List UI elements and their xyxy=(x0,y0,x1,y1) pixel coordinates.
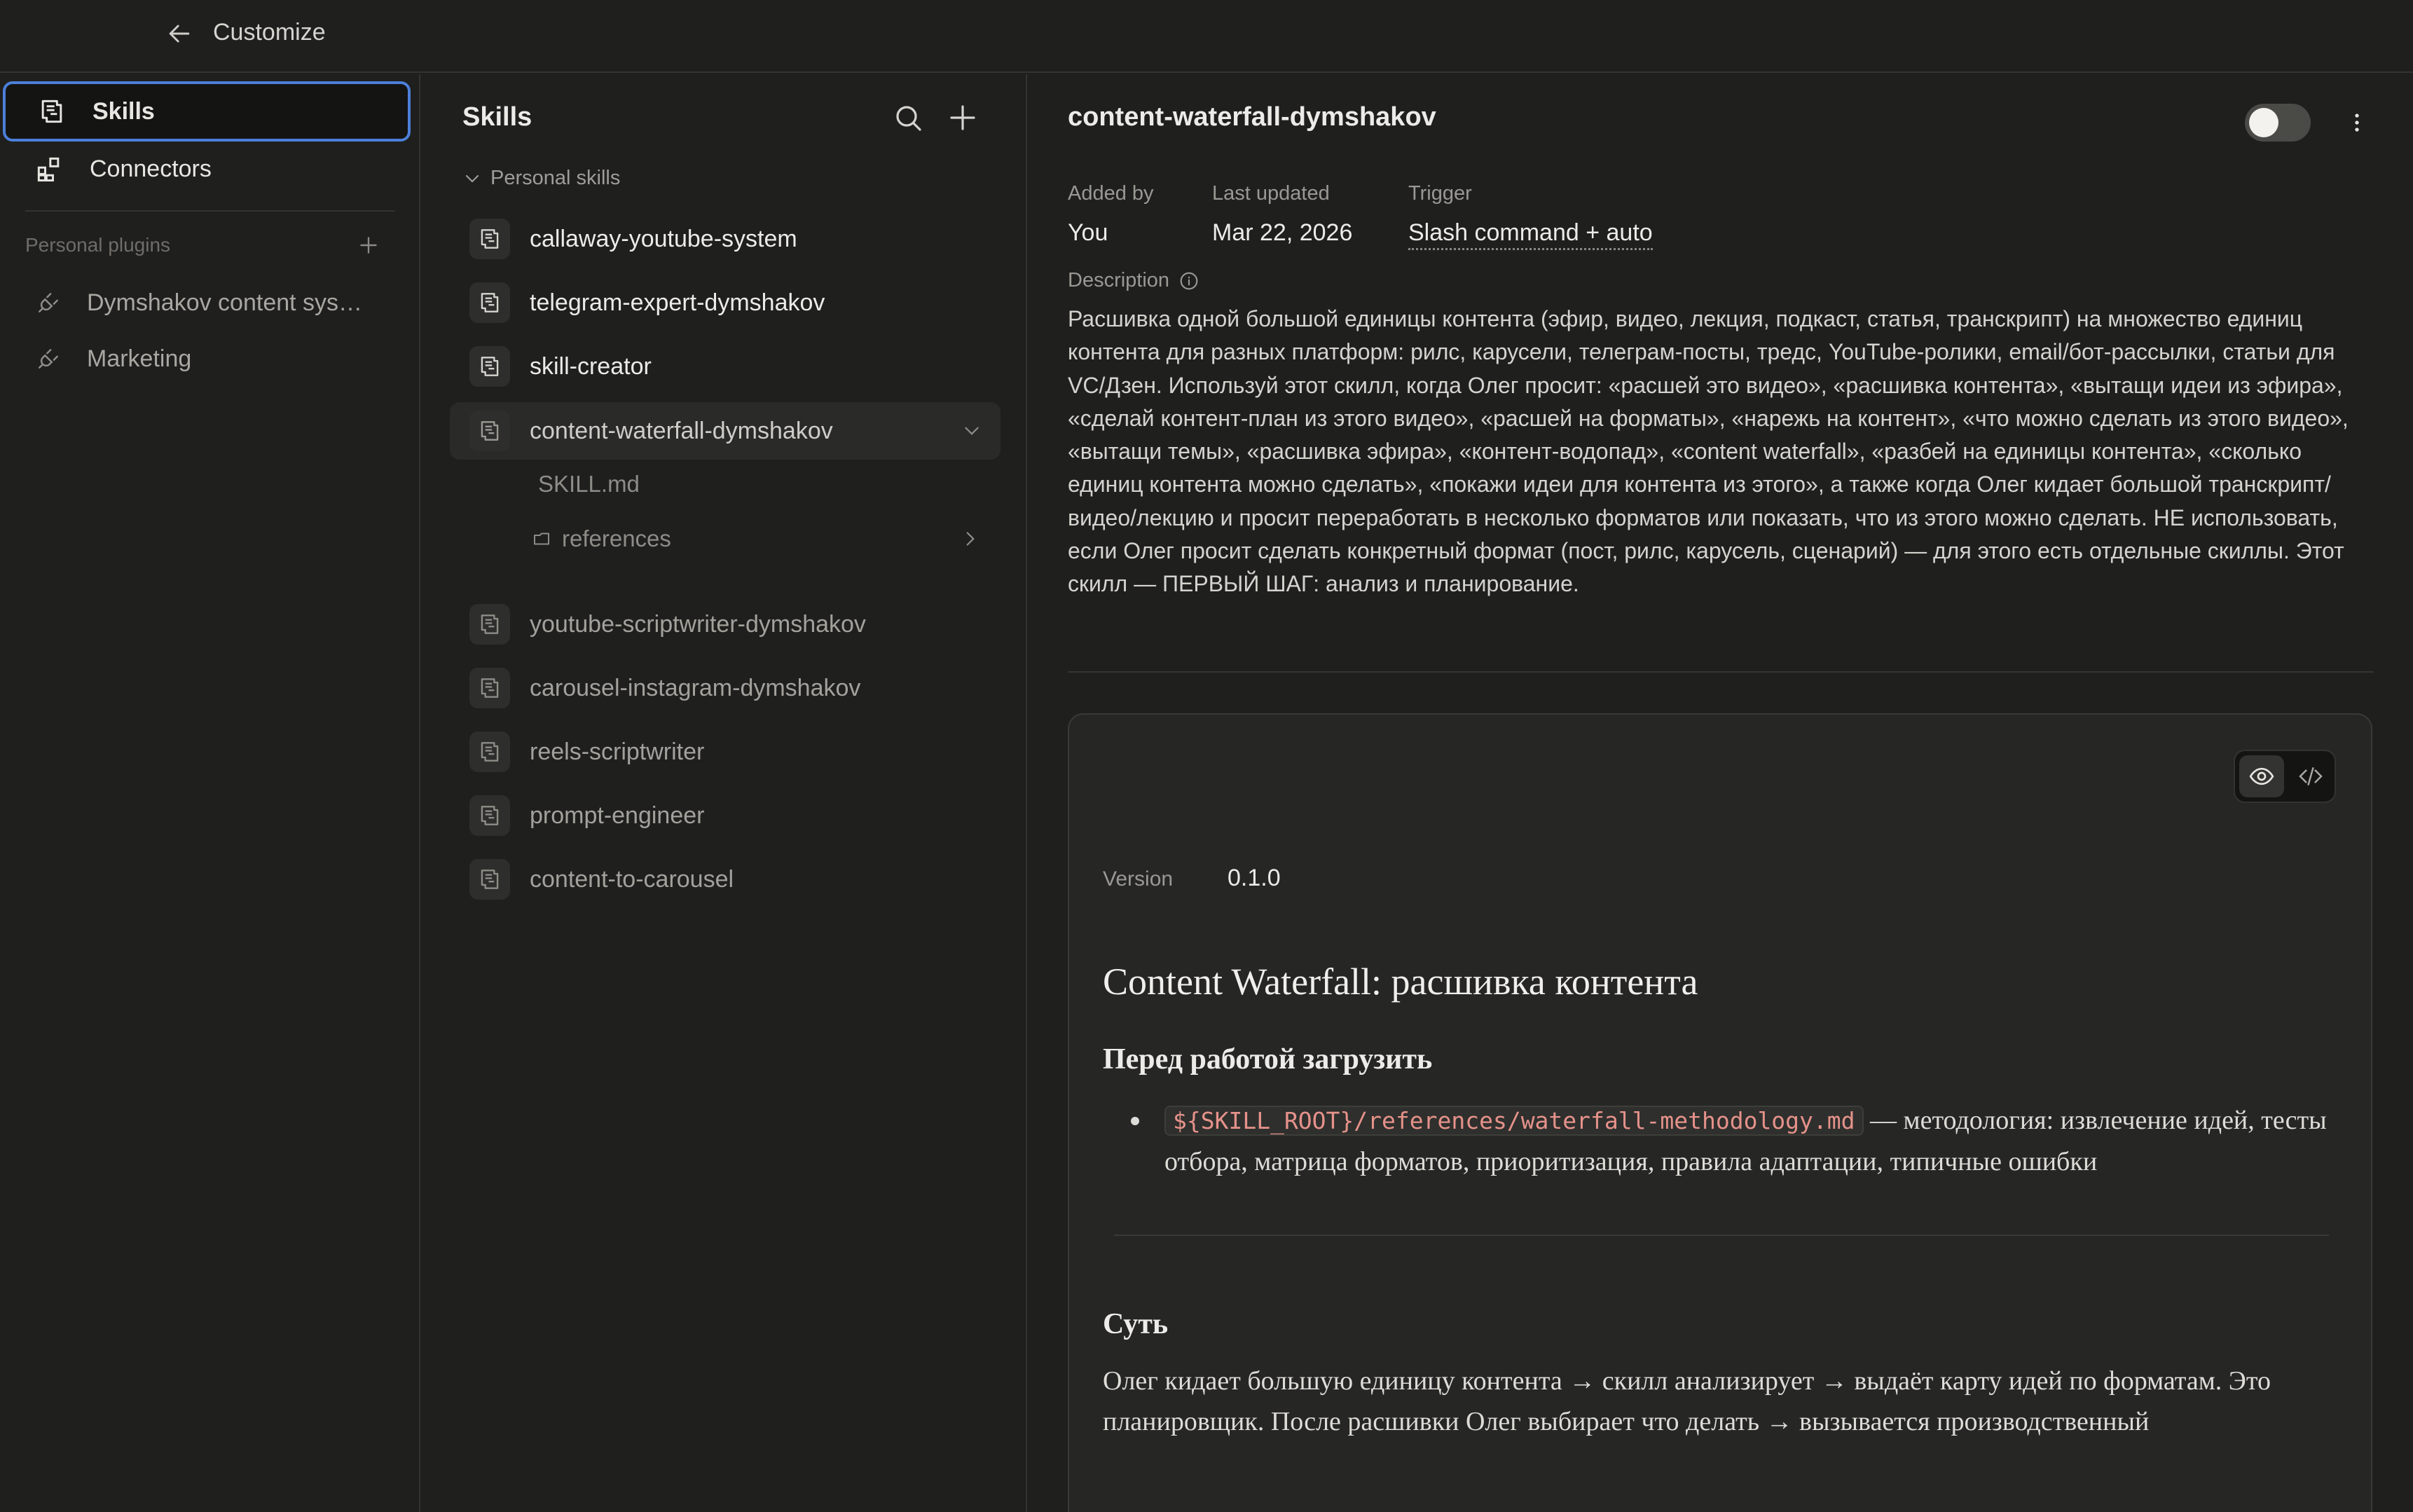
skill-item[interactable]: reels-scriptwriter xyxy=(450,723,1001,781)
divider xyxy=(1068,671,2374,673)
skill-icon xyxy=(469,604,510,645)
doc-heading: Content Waterfall: расшивка контента xyxy=(1103,961,1698,1003)
enable-toggle[interactable] xyxy=(2245,104,2311,142)
meta-trigger: Trigger Slash command + auto xyxy=(1408,182,1653,250)
skill-icon xyxy=(469,282,510,323)
list-item: ${SKILL_ROOT}/references/waterfall-metho… xyxy=(1131,1100,2346,1182)
skill-name: callaway-youtube-system xyxy=(530,225,797,252)
sidebar: Skills Connectors Personal plugins Dymsh… xyxy=(0,74,420,1512)
inline-code-path: ${SKILL_ROOT}/references/waterfall-metho… xyxy=(1164,1106,1864,1136)
folder-references[interactable]: references xyxy=(531,525,671,552)
plug-icon xyxy=(35,289,62,316)
add-plugin-icon[interactable] xyxy=(356,233,381,258)
page-title: Customize xyxy=(213,19,326,46)
meta-last-updated: Last updated Mar 22, 2026 xyxy=(1212,182,1353,246)
skill-icon xyxy=(469,411,510,451)
doc-subheading-load: Перед работой загрузить xyxy=(1103,1043,1433,1075)
plugin-item-marketing[interactable]: Marketing xyxy=(35,338,413,380)
top-bar: Customize xyxy=(0,0,2413,73)
skill-item[interactable]: callaway-youtube-system xyxy=(450,210,1001,268)
folder-name: references xyxy=(562,525,671,551)
toggle-knob xyxy=(2249,108,2278,137)
essence-paragraph: Олег кидает большую единицу контента → с… xyxy=(1103,1366,2271,1436)
skill-title: content-waterfall-dymshakov xyxy=(1068,102,1436,132)
preview-eye-icon[interactable] xyxy=(2239,755,2284,797)
sidebar-item-skills[interactable]: Skills xyxy=(3,81,411,142)
description-text: Расшивка одной большой единицы контента … xyxy=(1068,306,2349,597)
more-options-icon[interactable] xyxy=(2343,106,2371,139)
description-label: Description xyxy=(1068,269,1200,292)
skill-item[interactable]: youtube-scriptwriter-dymshakov xyxy=(450,596,1001,653)
bullet-dot xyxy=(1131,1117,1139,1125)
view-mode-switch xyxy=(2234,750,2336,803)
skill-item[interactable]: telegram-expert-dymshakov xyxy=(450,274,1001,331)
search-icon[interactable] xyxy=(891,101,925,135)
skill-item[interactable]: prompt-engineer xyxy=(450,787,1001,844)
skills-panel: Skills Personal skills callaway-youtube-… xyxy=(422,74,1027,1512)
file-skill-md[interactable]: SKILL.md xyxy=(531,471,640,497)
file-name: SKILL.md xyxy=(538,471,640,497)
sidebar-item-label: Connectors xyxy=(90,155,212,182)
skill-name: carousel-instagram-dymshakov xyxy=(530,674,861,701)
skill-detail: content-waterfall-dymshakov Added by You… xyxy=(1029,74,2413,1512)
skill-icon xyxy=(469,859,510,900)
skill-name: youtube-scriptwriter-dymshakov xyxy=(530,610,866,638)
back-arrow-icon[interactable] xyxy=(164,18,195,49)
skill-preview-card: Version 0.1.0 Content Waterfall: расшивк… xyxy=(1068,713,2372,1512)
plugin-item-dymshakov[interactable]: Dymshakov content sys… xyxy=(35,282,413,324)
skill-item[interactable]: content-to-carousel xyxy=(450,851,1001,908)
skill-name: reels-scriptwriter xyxy=(530,738,705,765)
plugin-label: Dymshakov content sys… xyxy=(87,289,363,316)
version-label: Version xyxy=(1103,867,1174,891)
skill-name: content-to-carousel xyxy=(530,865,734,893)
skill-name: content-waterfall-dymshakov xyxy=(530,417,833,444)
skill-icon xyxy=(469,731,510,772)
chevron-down-icon[interactable] xyxy=(960,419,984,443)
trigger-value[interactable]: Slash command + auto xyxy=(1408,219,1653,250)
skill-icon xyxy=(469,346,510,387)
sidebar-divider xyxy=(25,210,395,212)
code-view-icon[interactable] xyxy=(2288,755,2333,797)
personal-plugins-label: Personal plugins xyxy=(25,234,171,256)
add-skill-icon[interactable] xyxy=(946,101,979,135)
folder-icon xyxy=(531,528,552,549)
skill-icon xyxy=(469,668,510,708)
chevron-right-icon[interactable] xyxy=(958,527,982,551)
version-value: 0.1.0 xyxy=(1228,865,1281,891)
skill-item[interactable]: carousel-instagram-dymshakov xyxy=(450,659,1001,717)
skill-item-selected[interactable]: content-waterfall-dymshakov xyxy=(450,402,1001,460)
divider xyxy=(1114,1235,2329,1236)
group-label: Personal skills xyxy=(490,167,621,189)
meta-added-by: Added by You xyxy=(1068,182,1154,246)
personal-skills-group[interactable]: Personal skills xyxy=(461,167,620,190)
skill-icon xyxy=(469,219,510,259)
doc-subheading-essence: Суть xyxy=(1103,1308,1169,1340)
skill-name: skill-creator xyxy=(530,352,652,380)
plug-icon xyxy=(35,345,62,372)
skill-name: prompt-engineer xyxy=(530,802,705,829)
sidebar-item-connectors[interactable]: Connectors xyxy=(3,139,411,199)
skill-name: telegram-expert-dymshakov xyxy=(530,289,825,316)
skills-panel-title: Skills xyxy=(462,102,532,132)
skill-icon xyxy=(469,795,510,836)
connectors-icon xyxy=(34,153,64,184)
chevron-down-icon xyxy=(461,167,483,190)
skills-icon xyxy=(36,96,67,127)
skill-item[interactable]: skill-creator xyxy=(450,338,1001,395)
info-icon[interactable] xyxy=(1178,270,1200,292)
plugin-label: Marketing xyxy=(87,345,192,372)
sidebar-item-label: Skills xyxy=(92,97,155,125)
